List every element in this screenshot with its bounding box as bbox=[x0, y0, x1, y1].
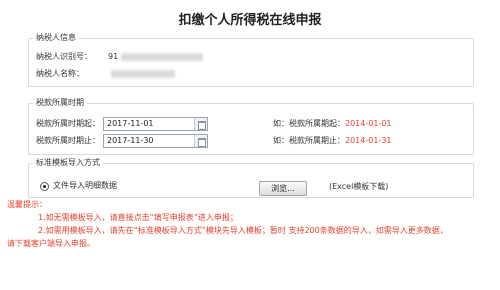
period-end-hint-prefix: 如：税款所属期止： bbox=[273, 136, 345, 145]
template-import-title: 标准模板导入方式 bbox=[33, 157, 103, 169]
calendar-icon bbox=[198, 121, 206, 130]
tips-line-2: 2.如需用模板导入，请先在“标准模板导入方式”模块先导入模板；暂时 支持200条… bbox=[38, 226, 448, 235]
period-end-input[interactable]: 2017-11-30 bbox=[103, 134, 208, 148]
tax-period-title: 税款所属时期 bbox=[33, 97, 87, 109]
period-start-value: 2017-11-01 bbox=[107, 119, 154, 128]
period-start-hint-prefix: 如：税款所属期起： bbox=[273, 119, 345, 128]
period-start-calendar-button[interactable] bbox=[194, 118, 207, 130]
taxpayer-id-redacted bbox=[121, 53, 203, 61]
period-end-calendar-button[interactable] bbox=[194, 135, 207, 147]
file-import-radio[interactable] bbox=[40, 182, 49, 191]
period-start-input[interactable]: 2017-11-01 bbox=[103, 117, 208, 131]
period-end-hint: 如：税款所属期止：2014-01-31 bbox=[273, 135, 392, 147]
period-start-hint: 如：税款所属期起：2014-01-01 bbox=[273, 118, 392, 130]
period-end-label: 税款所属时期止： bbox=[36, 136, 100, 145]
period-end-value: 2017-11-30 bbox=[107, 136, 154, 145]
browse-button[interactable]: 浏览... bbox=[259, 181, 307, 196]
tax-period-section: 税款所属时期 税款所属时期起： 2017-11-01 如：税款所属期起：2014… bbox=[28, 97, 474, 155]
taxpayer-info-title: 纳税人信息 bbox=[33, 32, 79, 44]
period-start-label: 税款所属时期起： bbox=[36, 119, 100, 128]
period-start-hint-value: 2014-01-01 bbox=[345, 119, 392, 128]
period-end-hint-value: 2014-01-31 bbox=[345, 136, 392, 145]
taxpayer-id-label: 纳税人识别号： bbox=[36, 52, 92, 61]
template-import-section: 标准模板导入方式 文件导入明细数据 浏览... (Excel模板下载) bbox=[28, 157, 474, 198]
file-import-label: 文件导入明细数据 bbox=[53, 181, 117, 190]
taxpayer-name-label: 纳税人名称： bbox=[36, 69, 84, 78]
taxpayer-id-value: 91 bbox=[108, 52, 119, 61]
tips-heading: 温馨提示： bbox=[7, 200, 47, 209]
page-title: 扣缴个人所得税在线申报 bbox=[178, 13, 322, 28]
tips-line-3: 请下载客户端导入申报。 bbox=[7, 239, 95, 248]
taxpayer-name-redacted bbox=[111, 70, 175, 78]
calendar-icon bbox=[198, 138, 206, 147]
taxpayer-info-section: 纳税人信息 纳税人识别号： 91 纳税人名称： bbox=[28, 32, 474, 87]
excel-template-download-link[interactable]: (Excel模板下载) bbox=[329, 181, 388, 193]
tips-line-1: 1.如无需模板导入，请直接点击“填写申报表”进入申报； bbox=[38, 213, 238, 222]
